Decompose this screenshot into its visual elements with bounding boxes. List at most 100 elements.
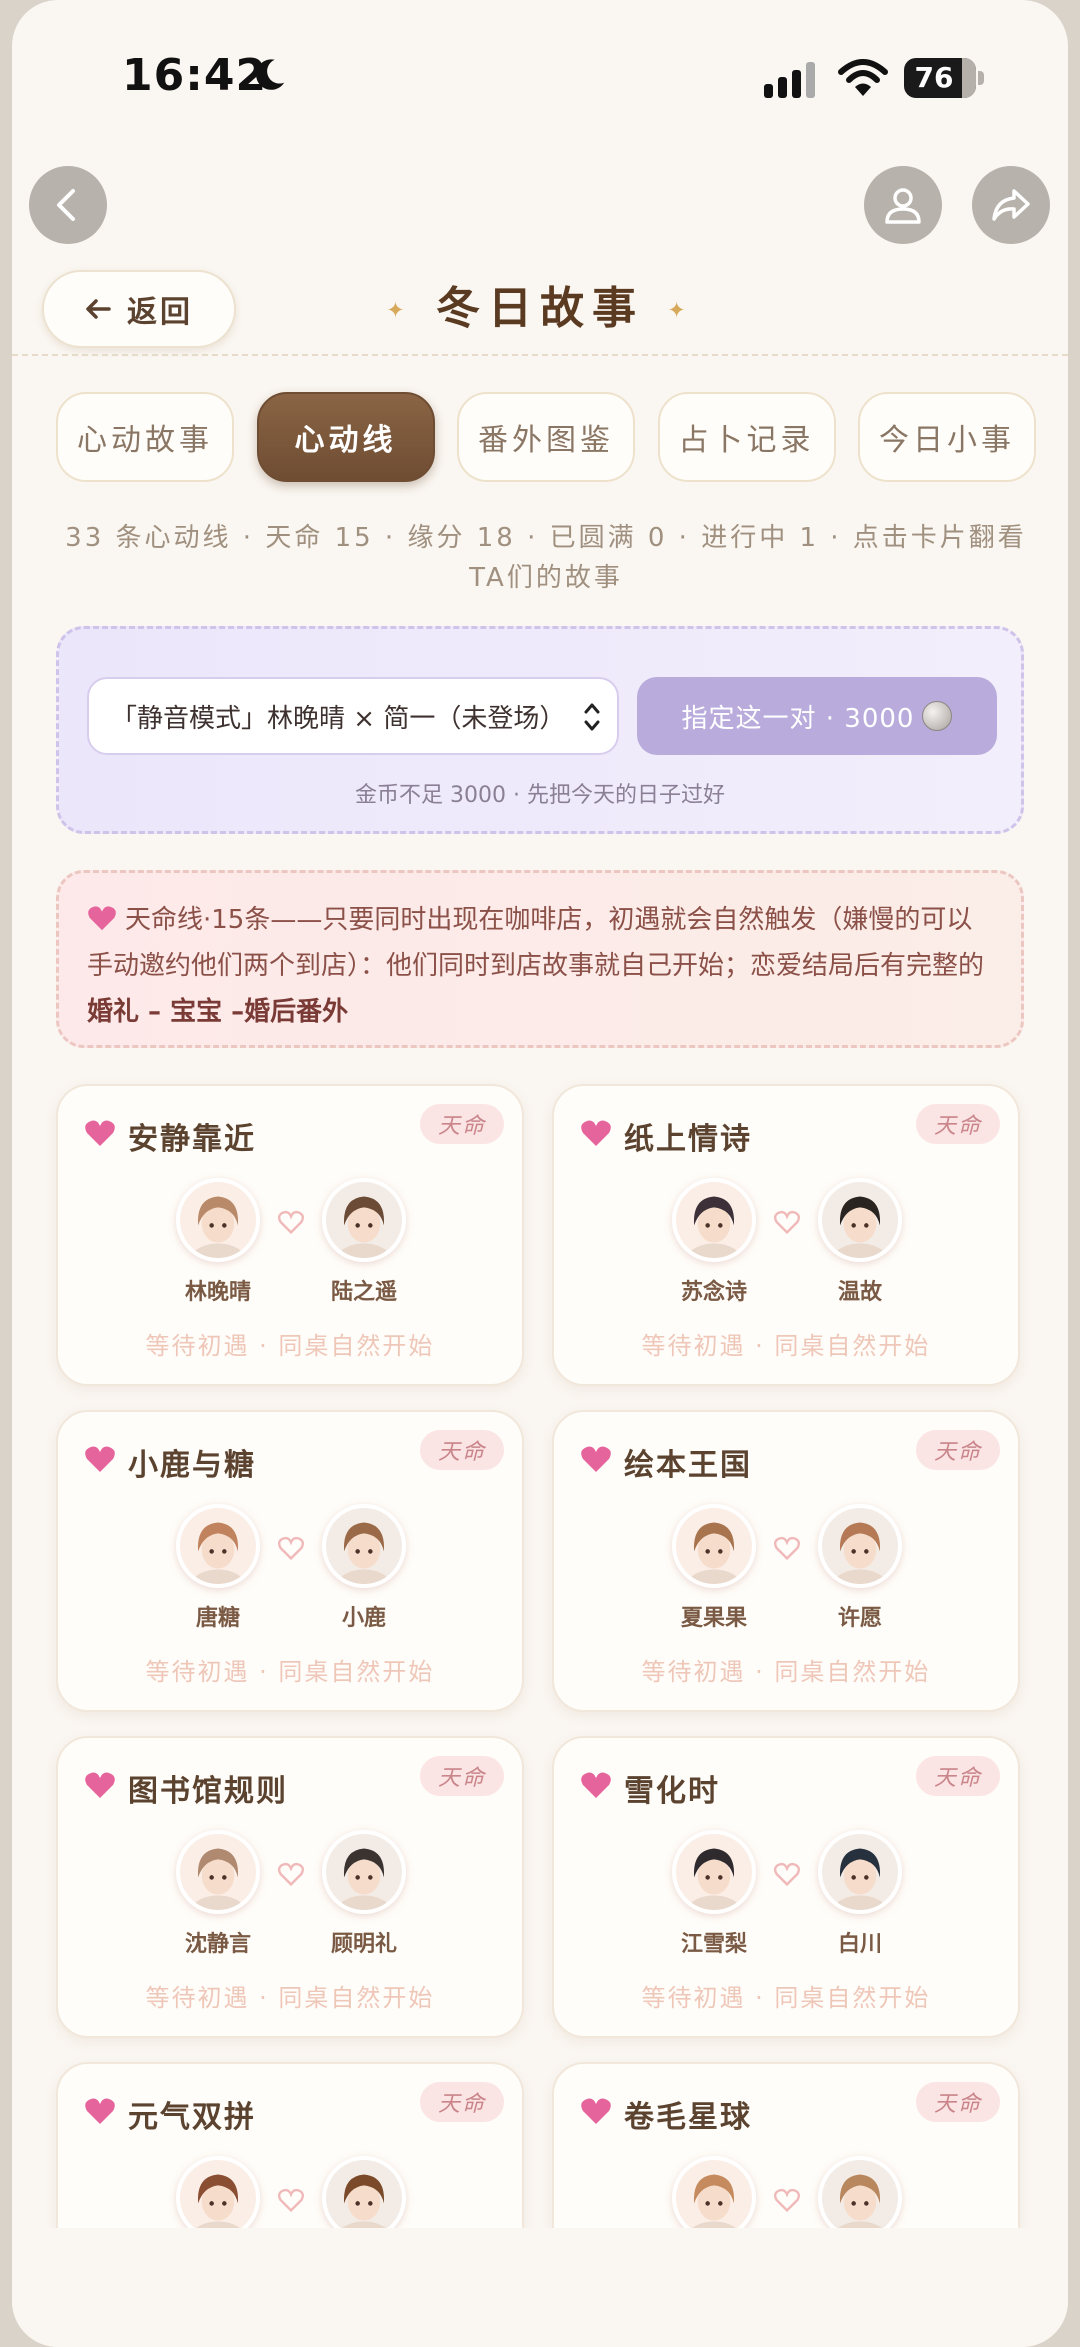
heart-icon bbox=[581, 1446, 611, 1472]
card-title: 元气双拼 bbox=[128, 2100, 256, 2135]
character-name: 江雪梨 bbox=[680, 1932, 747, 1957]
avatar bbox=[672, 1504, 756, 1588]
tab-heartline[interactable]: 心动线 bbox=[256, 392, 435, 482]
assign-pair-button[interactable]: 指定这一对 · 3000 bbox=[637, 677, 997, 755]
heart-icon bbox=[85, 1772, 115, 1798]
avatar bbox=[672, 1830, 756, 1914]
heart-outline-icon bbox=[278, 1536, 304, 1560]
clock: 16:42 bbox=[122, 50, 268, 101]
avatar bbox=[818, 1830, 902, 1914]
character-name: 林晚晴 bbox=[184, 1280, 251, 1305]
coin-warning: 金币不足 3000 · 先把今天的日子过好 bbox=[355, 783, 725, 808]
card-status: 等待初遇 · 同桌自然开始 bbox=[641, 1984, 931, 2012]
avatar bbox=[322, 1178, 406, 1262]
card-status: 等待初遇 · 同桌自然开始 bbox=[145, 1658, 435, 1686]
heartline-card[interactable]: 安静靠近 天命林晚晴 陆之遥等待初遇 · 同桌自然开始 bbox=[56, 1084, 524, 1386]
tab-story[interactable]: 心动故事 bbox=[56, 392, 234, 482]
heartline-card[interactable]: 雪化时 天命江雪梨 白川等待初遇 · 同桌自然开始 bbox=[552, 1736, 1020, 2038]
heart-icon bbox=[581, 2098, 611, 2124]
chevron-left-icon bbox=[57, 189, 75, 221]
page-title-text: 冬日故事 bbox=[436, 283, 644, 334]
heart-icon bbox=[85, 2098, 115, 2124]
card-status: 等待初遇 · 同桌自然开始 bbox=[641, 1332, 931, 1360]
heart-icon bbox=[581, 1120, 611, 1146]
battery-level: 76 bbox=[914, 61, 954, 94]
fate-badge: 天命 bbox=[916, 1430, 1000, 1470]
pair-select[interactable]: 「静音模式」林晚晴 × 简一（未登场） bbox=[87, 677, 619, 755]
assign-label: 指定这一对 · 3000 bbox=[681, 703, 915, 734]
avatar bbox=[176, 1830, 260, 1914]
heart-icon bbox=[581, 1772, 611, 1798]
fate-badge: 天命 bbox=[420, 2082, 504, 2122]
status-bar: 16:42 76 bbox=[12, 0, 1068, 150]
avatar bbox=[322, 1504, 406, 1588]
card-title: 小鹿与糖 bbox=[128, 1448, 256, 1483]
pair-select-value: 「静音模式」林晚晴 × 简一（未登场） bbox=[111, 703, 566, 734]
character-name: 苏念诗 bbox=[680, 1280, 747, 1305]
pair-picker: 「静音模式」林晚晴 × 简一（未登场） 指定这一对 · 3000 金币不足 30… bbox=[56, 626, 1024, 834]
character-name: 沈静言 bbox=[184, 1932, 251, 1957]
fate-badge: 天命 bbox=[420, 1430, 504, 1470]
tab-daily[interactable]: 今日小事 bbox=[858, 392, 1036, 482]
bottom-area bbox=[12, 2228, 1068, 2347]
character-name: 夏果果 bbox=[680, 1606, 747, 1631]
fate-badge: 天命 bbox=[916, 1756, 1000, 1796]
avatar bbox=[672, 1178, 756, 1262]
avatar bbox=[322, 1830, 406, 1914]
app-screen: 16:42 76 返回 ✦ 冬日故事 ✦ 心动故事 心动线 番外图鉴 占卜记录 … bbox=[12, 0, 1068, 2347]
card-status: 等待初遇 · 同桌自然开始 bbox=[641, 1658, 931, 1686]
character-name: 顾明礼 bbox=[330, 1932, 397, 1957]
card-title: 安静靠近 bbox=[128, 1122, 256, 1157]
avatar bbox=[176, 1504, 260, 1588]
avatar bbox=[818, 1178, 902, 1262]
fate-badge: 天命 bbox=[916, 1104, 1000, 1144]
character-name: 陆之遥 bbox=[330, 1280, 397, 1305]
avatar bbox=[176, 1178, 260, 1262]
fate-info-text: 天命线·15条——只要同时出现在咖啡店，初遇就会自然触发（嫌慢的可以手动邀约他们… bbox=[87, 905, 985, 981]
card-status: 等待初遇 · 同桌自然开始 bbox=[145, 1332, 435, 1360]
share-icon bbox=[992, 189, 1030, 221]
page-title: ✦ 冬日故事 ✦ bbox=[12, 272, 1068, 336]
tab-divination[interactable]: 占卜记录 bbox=[657, 392, 836, 482]
fate-info-box: 天命线·15条——只要同时出现在咖啡店，初遇就会自然触发（嫌慢的可以手动邀约他们… bbox=[56, 870, 1024, 1048]
tab-bar: 心动故事 心动线 番外图鉴 占卜记录 今日小事 bbox=[56, 392, 1036, 482]
heart-outline-icon bbox=[278, 1210, 304, 1234]
card-title: 纸上情诗 bbox=[624, 1122, 752, 1157]
fate-badge: 天命 bbox=[420, 1104, 504, 1144]
heartline-stats: 33 条心动线 · 天命 15 · 缘分 18 · 已圆满 0 · 进行中 1 … bbox=[65, 523, 1027, 593]
heartline-card[interactable]: 纸上情诗 天命苏念诗 温故等待初遇 · 同桌自然开始 bbox=[552, 1084, 1020, 1386]
share-button[interactable] bbox=[972, 166, 1050, 244]
header-divider bbox=[12, 354, 1068, 356]
nav-back-button[interactable] bbox=[29, 166, 107, 244]
sparkle-icon: ✦ bbox=[667, 298, 694, 324]
wifi-icon bbox=[838, 59, 888, 96]
character-name: 白川 bbox=[837, 1932, 882, 1957]
heart-outline-icon bbox=[774, 2188, 800, 2212]
fate-info-highlight: 婚礼 – 宝宝 –婚后番外 bbox=[87, 997, 349, 1027]
heart-icon bbox=[85, 1120, 115, 1146]
cellular-signal-icon bbox=[764, 62, 815, 98]
card-title: 雪化时 bbox=[624, 1774, 720, 1809]
user-icon bbox=[885, 188, 921, 224]
sparkle-icon: ✦ bbox=[386, 298, 413, 324]
heartline-card[interactable]: 绘本王国 天命 夏果果 许愿 等待初遇 · 同桌自然开始 bbox=[552, 1410, 1020, 1712]
heartline-card[interactable]: 小鹿与糖 天命 唐糖 小鹿 等待初遇 · 同桌自然开始 bbox=[56, 1410, 524, 1712]
profile-button[interactable] bbox=[864, 166, 942, 244]
avatar bbox=[818, 1504, 902, 1588]
battery-indicator: 76 bbox=[904, 58, 984, 98]
card-status: 等待初遇 · 同桌自然开始 bbox=[145, 1984, 435, 2012]
moon-icon bbox=[256, 59, 285, 90]
heart-outline-icon bbox=[774, 1536, 800, 1560]
character-name: 小鹿 bbox=[341, 1606, 386, 1631]
fate-badge: 天命 bbox=[916, 2082, 1000, 2122]
character-name: 温故 bbox=[837, 1280, 882, 1305]
heart-outline-icon bbox=[774, 1210, 800, 1234]
card-title: 图书馆规则 bbox=[128, 1774, 288, 1809]
tab-extra-gallery[interactable]: 番外图鉴 bbox=[457, 392, 635, 482]
fate-badge: 天命 bbox=[420, 1756, 504, 1796]
heart-outline-icon bbox=[774, 1862, 800, 1886]
coin-icon bbox=[922, 701, 953, 731]
heart-outline-icon bbox=[278, 1862, 304, 1886]
heartline-card[interactable]: 图书馆规则 天命沈静言 顾明礼等待初遇 · 同桌自然开始 bbox=[56, 1736, 524, 2038]
heart-icon bbox=[85, 1446, 115, 1472]
